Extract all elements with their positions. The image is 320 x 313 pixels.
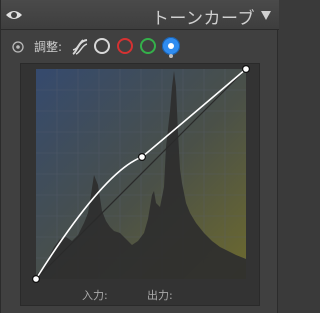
curve-point-mid [137,152,146,161]
eye-icon[interactable] [5,8,23,22]
red-channel-button[interactable] [117,38,133,54]
curve-preset-icon[interactable] [70,37,90,57]
input-label: 入力: [82,289,108,302]
curve-graph[interactable] [20,63,260,306]
tone-curve-panel: トーンカーブ 調整: 入力: 出力: [0,0,279,313]
green-channel-button[interactable] [140,38,156,54]
output-label: 出力: [147,289,173,302]
panel-header: トーンカーブ [1,0,279,30]
blue-channel-button[interactable] [162,37,180,55]
panel-title: トーンカーブ [151,9,255,29]
curve-point-black [32,275,41,284]
rgb-channel-button[interactable] [94,38,110,54]
adjust-label: 調整: [34,40,63,54]
curve-point-white [242,64,251,74]
collapse-triangle-icon[interactable] [260,9,272,21]
target-adjust-icon[interactable] [12,41,24,53]
adjust-toolbar: 調整: [1,32,279,60]
selected-channel-indicator [169,54,173,58]
